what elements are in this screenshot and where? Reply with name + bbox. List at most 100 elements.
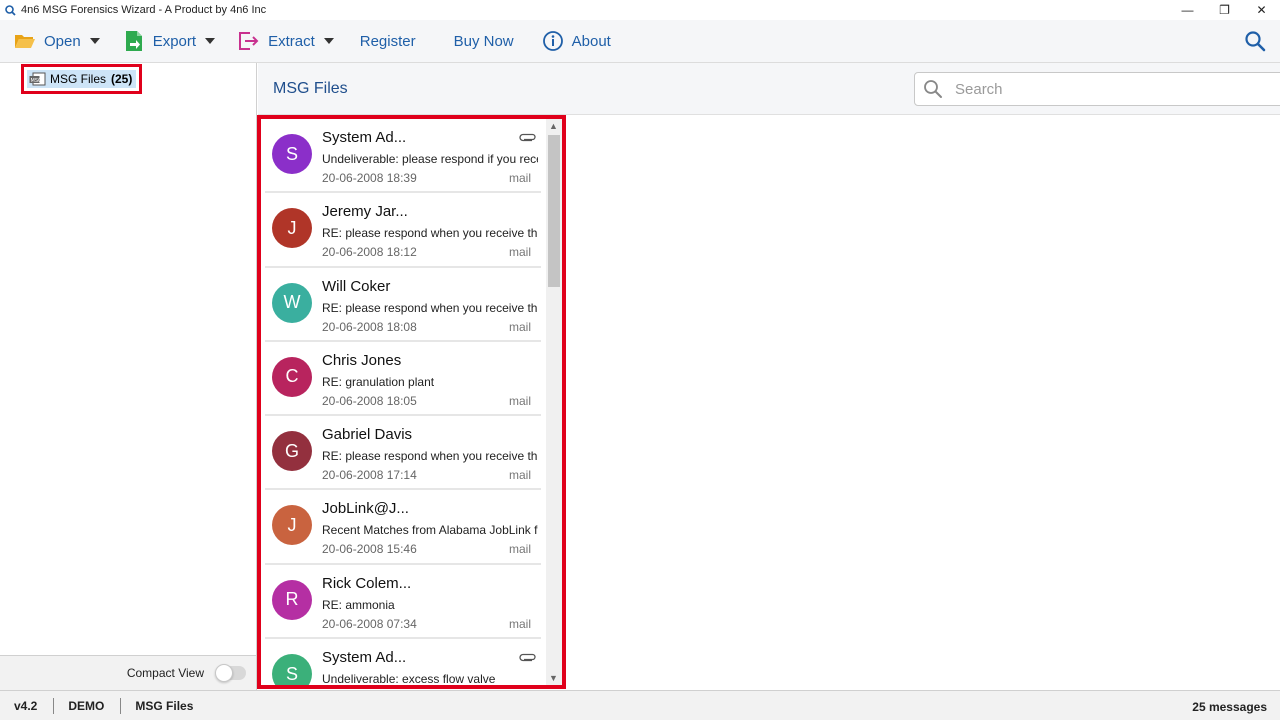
extract-dropdown-icon[interactable]: [323, 38, 334, 44]
message-subject: RE: granulation plant: [322, 374, 435, 389]
message-list-scrollbar[interactable]: ▲ ▼: [546, 119, 562, 685]
list-header: MSG Files: [258, 63, 1280, 115]
search-icon[interactable]: [1244, 30, 1266, 52]
export-dropdown-icon[interactable]: [205, 38, 216, 44]
message-date: 20-06-2008 18:39: [322, 171, 417, 185]
status-bar: v4.2 DEMO MSG Files 25 messages: [0, 690, 1280, 720]
message-subject: RE: ammonia: [322, 597, 395, 612]
extract-button[interactable]: Extract: [230, 20, 342, 63]
scroll-down-icon[interactable]: ▼: [549, 673, 558, 683]
message-subject: RE: please respond when you receive this: [322, 300, 538, 315]
search-box[interactable]: [914, 72, 1280, 106]
scroll-thumb[interactable]: [548, 135, 560, 287]
message-type: mail: [508, 245, 531, 260]
about-label: About: [571, 32, 611, 50]
maximize-button[interactable]: ❐: [1206, 0, 1243, 20]
msg-file-icon: MSG: [29, 72, 46, 86]
message-sender: Jeremy Jar...: [322, 203, 408, 221]
message-type: mail: [508, 616, 531, 631]
message-sender: Gabriel Davis: [322, 426, 413, 444]
message-item[interactable]: W Will Coker RE: please respond when you r…: [265, 268, 541, 342]
avatar: J: [272, 208, 312, 249]
status-folder: MSG Files: [135, 698, 194, 713]
compact-view-bar: Compact View: [0, 655, 256, 690]
extract-icon: [238, 30, 260, 52]
avatar: R: [272, 579, 312, 620]
message-sender: System Ad...: [322, 129, 407, 146]
status-mode: DEMO: [68, 698, 105, 713]
avatar: C: [272, 356, 312, 397]
search-input[interactable]: [953, 79, 1280, 99]
avatar: S: [272, 134, 312, 174]
buy-now-button[interactable]: Buy Now: [446, 20, 522, 63]
tree-node-label: MSG Files: [50, 72, 107, 86]
avatar: G: [272, 431, 312, 472]
minimize-button[interactable]: —: [1169, 0, 1206, 20]
message-type: mail: [508, 393, 531, 408]
register-button[interactable]: Register: [352, 20, 424, 63]
message-date: 20-06-2008 18:05: [322, 393, 417, 408]
compact-view-label: Compact View: [126, 666, 204, 680]
message-date: 20-06-2008 15:46: [322, 542, 417, 557]
message-list-frame: S System Ad... Undeliverable: please respo…: [257, 115, 566, 689]
folder-tree-pane: MSG MSG Files (25) Compact View: [0, 63, 257, 690]
message-item[interactable]: J JobLink@J... Recent Matches from Alabama…: [265, 490, 541, 565]
export-file-icon: [123, 30, 145, 52]
extract-label: Extract: [268, 32, 315, 50]
message-type: mail: [508, 171, 531, 185]
register-label: Register: [359, 32, 416, 50]
window-controls: — ❐ ✕: [1169, 0, 1280, 20]
window-title: 4n6 MSG Forensics Wizard - A Product by …: [21, 4, 267, 16]
message-sender: Will Coker: [322, 277, 391, 295]
list-title: MSG Files: [273, 80, 348, 97]
open-dropdown-icon[interactable]: [89, 38, 100, 44]
search-field-icon: [923, 79, 943, 99]
message-type: mail: [508, 542, 531, 557]
attachment-icon: [519, 129, 537, 142]
buy-now-label: Buy Now: [453, 32, 514, 50]
message-subject: Undeliverable: excess flow valve: [322, 672, 496, 687]
message-date: 20-06-2008 07:34: [322, 616, 417, 631]
message-item[interactable]: J Jeremy Jar... RE: please respond when yo…: [265, 193, 541, 268]
tree-node-count: (25): [111, 72, 133, 86]
info-icon: [542, 30, 564, 52]
title-bar: 4n6 MSG Forensics Wizard - A Product by …: [0, 0, 1280, 20]
export-button[interactable]: Export: [115, 20, 223, 63]
message-list: S System Ad... Undeliverable: please respo…: [265, 119, 541, 687]
folder-open-icon: [14, 30, 36, 52]
export-label: Export: [152, 32, 197, 50]
message-sender: JobLink@J...: [322, 500, 409, 518]
status-version: v4.2: [14, 698, 38, 713]
status-message-count: 25 messages: [1192, 700, 1267, 714]
message-item[interactable]: C Chris Jones RE: granulation plant 20-06-2…: [265, 342, 541, 417]
app-logo-icon: [4, 4, 16, 16]
toggle-knob: [215, 664, 233, 682]
message-type: mail: [508, 468, 531, 483]
message-date: 20-06-2008 18:08: [322, 319, 417, 334]
message-date: 20-06-2008 18:12: [322, 245, 417, 260]
message-item[interactable]: G Gabriel Davis RE: please respond when yo…: [265, 416, 541, 491]
message-item[interactable]: S System Ad... Undeliverable: excess flow …: [265, 639, 541, 687]
message-sender: System Ad...: [322, 649, 407, 667]
message-sender: Chris Jones: [322, 351, 402, 369]
tree-node-selection[interactable]: MSG MSG Files (25): [27, 70, 137, 88]
message-item[interactable]: R Rick Colem... RE: ammonia 20-06-2008 07:3…: [265, 565, 541, 640]
about-button[interactable]: About: [534, 20, 619, 63]
tree-node-msg-files[interactable]: MSG MSG Files (25): [21, 64, 143, 94]
message-subject: Undeliverable: please respond if you rec…: [322, 152, 538, 166]
message-item[interactable]: S System Ad... Undeliverable: please respo…: [265, 119, 541, 194]
message-subject: RE: please respond when you receive this: [322, 449, 538, 464]
message-sender: Rick Colem...: [322, 574, 412, 592]
message-subject: RE: please respond when you receive this: [322, 226, 538, 241]
attachment-icon: [519, 649, 537, 662]
message-date: 20-06-2008 17:14: [322, 468, 417, 483]
avatar: J: [272, 505, 312, 546]
open-button[interactable]: Open: [6, 20, 108, 63]
svg-text:MSG: MSG: [31, 78, 42, 84]
compact-view-toggle[interactable]: [215, 664, 246, 682]
avatar: S: [272, 654, 312, 685]
open-label: Open: [44, 32, 81, 50]
scroll-up-icon[interactable]: ▲: [549, 121, 558, 131]
message-type: mail: [508, 319, 531, 334]
close-button[interactable]: ✕: [1243, 0, 1280, 20]
